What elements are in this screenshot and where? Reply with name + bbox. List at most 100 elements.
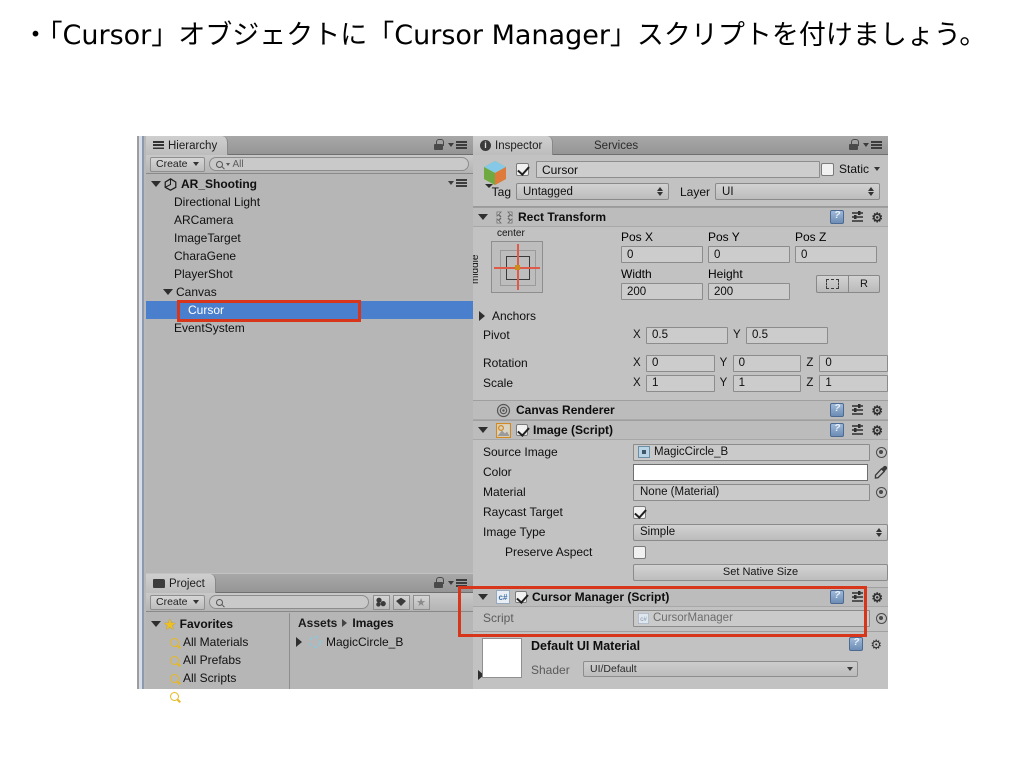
raw-edit-mode-button[interactable]: R	[848, 275, 880, 293]
material-field[interactable]: None (Material)	[633, 483, 870, 501]
scene-context-menu-icon[interactable]	[448, 179, 467, 187]
project-favorite-all-prefabs[interactable]: All Prefabs	[146, 651, 289, 669]
hierarchy-item-ar-shooting[interactable]: AR_Shooting	[146, 175, 473, 193]
filter-by-label-button[interactable]	[392, 594, 410, 610]
static-checkbox[interactable]	[820, 162, 834, 176]
panel-menu-icon[interactable]	[448, 578, 467, 587]
gear-icon[interactable]: ⚙	[871, 591, 883, 604]
tab-services[interactable]: Services	[587, 136, 648, 155]
static-toggle[interactable]: Static	[820, 162, 880, 176]
rotation-z-input[interactable]: 0	[819, 354, 888, 372]
hierarchy-item-playershot[interactable]: PlayerShot	[146, 265, 473, 283]
gear-icon[interactable]: ⚙	[871, 404, 883, 417]
component-header-cursor-manager[interactable]: c# Cursor Manager (Script) ⚙	[473, 587, 888, 607]
object-picker-icon[interactable]	[876, 486, 887, 498]
component-header-rect-transform[interactable]: Rect Transform ⚙	[473, 207, 888, 227]
help-icon[interactable]	[830, 590, 845, 604]
project-search-input[interactable]	[208, 595, 369, 609]
lock-icon[interactable]	[849, 139, 859, 150]
preset-icon[interactable]	[851, 591, 864, 603]
chevron-down-icon[interactable]	[163, 289, 173, 295]
hierarchy-create-button[interactable]: Create	[150, 156, 205, 172]
hierarchy-item-cursor[interactable]: Cursor	[146, 301, 473, 319]
preset-icon[interactable]	[851, 404, 864, 416]
hierarchy-tree[interactable]: AR_Shooting Directional Light ARCamera I…	[146, 175, 473, 573]
image-enabled-checkbox[interactable]	[516, 424, 528, 436]
hierarchy-item-charagene[interactable]: CharaGene	[146, 247, 473, 265]
breadcrumb[interactable]: Assets Images	[290, 613, 473, 632]
blueprint-mode-button[interactable]	[816, 275, 848, 293]
panel-menu-icon[interactable]	[448, 140, 467, 149]
project-favorite-all-materials[interactable]: All Materials	[146, 633, 289, 651]
favorite-star-button[interactable]: ★	[412, 594, 430, 610]
chevron-down-icon[interactable]	[478, 594, 488, 600]
chevron-down-icon[interactable]	[874, 167, 880, 171]
project-browser[interactable]: ★ Favorites All Materials All Prefabs Al…	[146, 613, 473, 701]
component-header-canvas-renderer[interactable]: Canvas Renderer ⚙	[473, 400, 888, 420]
shader-dropdown[interactable]: UI/Default	[583, 661, 858, 677]
chevron-down-icon[interactable]	[151, 621, 161, 627]
component-header-image-script[interactable]: Image (Script) ⚙	[473, 420, 888, 440]
color-swatch[interactable]	[633, 463, 868, 481]
object-picker-icon[interactable]	[876, 612, 887, 624]
tag-dropdown[interactable]: Untagged	[516, 183, 669, 200]
project-favorites-root[interactable]: ★ Favorites	[146, 615, 289, 633]
anchor-preset-widget[interactable]	[491, 241, 543, 293]
help-icon[interactable]	[830, 403, 845, 417]
width-input[interactable]: 200	[621, 283, 703, 300]
hierarchy-item-directional-light[interactable]: Directional Light	[146, 193, 473, 211]
scale-x-input[interactable]: 1	[646, 374, 715, 392]
anchors-foldout[interactable]: Anchors	[473, 307, 888, 325]
chevron-down-icon[interactable]	[151, 181, 161, 187]
chevron-down-icon[interactable]	[478, 427, 488, 433]
project-favorite-all-scripts[interactable]: All Scripts	[146, 669, 289, 687]
preset-icon[interactable]	[851, 211, 864, 223]
image-type-dropdown[interactable]: Simple	[633, 523, 888, 541]
tab-inspector[interactable]: i Inspector	[473, 136, 554, 155]
scale-z-input[interactable]: 1	[819, 374, 888, 392]
lock-icon[interactable]	[434, 139, 444, 150]
hierarchy-item-imagetarget[interactable]: ImageTarget	[146, 229, 473, 247]
project-create-button[interactable]: Create	[150, 594, 205, 610]
hierarchy-panel-options[interactable]	[434, 139, 467, 150]
help-icon[interactable]	[830, 210, 845, 224]
set-native-size-button[interactable]: Set Native Size	[633, 563, 888, 581]
lock-icon[interactable]	[434, 577, 444, 588]
breadcrumb-assets[interactable]: Assets	[298, 616, 337, 630]
pos-y-input[interactable]: 0	[708, 246, 790, 263]
inspector-panel-options[interactable]	[849, 139, 882, 150]
gear-icon[interactable]: ⚙	[870, 638, 882, 651]
preserve-aspect-checkbox[interactable]	[633, 545, 646, 559]
project-asset-list[interactable]: Assets Images MagicCircle_B	[290, 613, 473, 689]
eyedropper-icon[interactable]	[874, 465, 888, 479]
hierarchy-item-canvas[interactable]: Canvas	[146, 283, 473, 301]
help-icon[interactable]	[830, 423, 845, 437]
object-picker-icon[interactable]	[876, 446, 887, 458]
project-favorites-tree[interactable]: ★ Favorites All Materials All Prefabs Al…	[146, 613, 290, 701]
hierarchy-item-eventsystem[interactable]: EventSystem	[146, 319, 473, 337]
gear-icon[interactable]: ⚙	[871, 424, 883, 437]
panel-menu-icon[interactable]	[863, 140, 882, 149]
object-active-checkbox[interactable]	[516, 163, 529, 176]
tab-project[interactable]: Project	[146, 574, 216, 593]
chevron-right-icon[interactable]	[479, 311, 485, 321]
rotation-x-input[interactable]: 0	[646, 354, 715, 372]
preset-icon[interactable]	[851, 424, 864, 436]
project-favorite-partial[interactable]	[146, 687, 289, 705]
filter-by-type-button[interactable]	[372, 594, 390, 610]
layer-dropdown[interactable]: UI	[715, 183, 880, 200]
hierarchy-item-arcamera[interactable]: ARCamera	[146, 211, 473, 229]
gear-icon[interactable]: ⚙	[871, 211, 883, 224]
pivot-x-input[interactable]: 0.5	[646, 326, 728, 344]
cursor-manager-enabled-checkbox[interactable]	[515, 591, 527, 603]
height-input[interactable]: 200	[708, 283, 790, 300]
source-image-field[interactable]: MagicCircle_B	[633, 443, 870, 461]
chevron-right-icon[interactable]	[296, 637, 302, 647]
help-icon[interactable]	[849, 637, 864, 651]
pivot-y-input[interactable]: 0.5	[746, 326, 828, 344]
raycast-target-checkbox[interactable]	[633, 505, 646, 519]
asset-item-magiccircle-b[interactable]: MagicCircle_B	[290, 632, 473, 652]
object-name-field[interactable]: Cursor	[536, 161, 820, 178]
pos-z-input[interactable]: 0	[795, 246, 877, 263]
pos-x-input[interactable]: 0	[621, 246, 703, 263]
